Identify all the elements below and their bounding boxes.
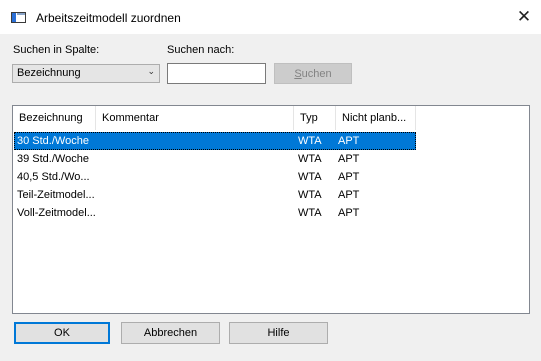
column-header-kommentar[interactable]: Kommentar: [96, 106, 294, 130]
cell-bezeichnung: 30 Std./Woche: [17, 135, 89, 147]
cell-bezeichnung: 40,5 Std./Wo...: [17, 171, 90, 183]
cell-nicht-planbar: APT: [338, 171, 360, 183]
window-app-icon: [11, 12, 26, 23]
column-header-nicht-planbar[interactable]: Nicht planb...: [336, 106, 416, 130]
work-time-model-list[interactable]: Bezeichnung Kommentar Typ Nicht planb...…: [12, 105, 530, 314]
column-header-typ[interactable]: Typ: [294, 106, 336, 130]
cell-bezeichnung: 39 Std./Woche: [17, 153, 89, 165]
close-icon[interactable]: ✕: [507, 0, 541, 34]
ok-button[interactable]: OK: [14, 322, 110, 344]
table-row[interactable]: 30 Std./Woche WTA APT: [14, 132, 416, 150]
cell-nicht-planbar: APT: [338, 153, 360, 165]
cell-typ: WTA: [298, 171, 322, 183]
help-button[interactable]: Hilfe: [229, 322, 328, 344]
search-button[interactable]: Suchen: [274, 63, 352, 84]
list-header: Bezeichnung Kommentar Typ Nicht planb...: [13, 106, 529, 130]
column-header-bezeichnung[interactable]: Bezeichnung: [13, 106, 96, 130]
search-column-value: Bezeichnung: [17, 67, 81, 79]
cell-bezeichnung: Teil-Zeitmodel...: [17, 189, 95, 201]
table-row[interactable]: 40,5 Std./Wo... WTA APT: [14, 168, 416, 186]
title-bar: Arbeitszeitmodell zuordnen ✕: [0, 0, 541, 34]
search-button-label: uchen: [301, 67, 332, 80]
search-column-dropdown[interactable]: Bezeichnung ⌄: [12, 64, 160, 83]
search-term-input[interactable]: [167, 63, 266, 84]
cell-nicht-planbar: APT: [338, 207, 360, 219]
cell-typ: WTA: [298, 135, 322, 147]
cell-typ: WTA: [298, 189, 322, 201]
cell-bezeichnung: Voll-Zeitmodel...: [17, 207, 96, 219]
chevron-down-icon: ⌄: [147, 67, 155, 77]
cell-nicht-planbar: APT: [338, 189, 360, 201]
search-term-label: Suchen nach:: [167, 44, 235, 56]
cell-nicht-planbar: APT: [338, 135, 360, 147]
table-row[interactable]: Voll-Zeitmodel... WTA APT: [14, 204, 416, 222]
window-title: Arbeitszeitmodell zuordnen: [36, 11, 181, 25]
search-button-accelerator: S: [294, 67, 302, 80]
cell-typ: WTA: [298, 153, 322, 165]
search-column-label: Suchen in Spalte:: [13, 44, 100, 56]
cancel-button[interactable]: Abbrechen: [121, 322, 220, 344]
table-row[interactable]: Teil-Zeitmodel... WTA APT: [14, 186, 416, 204]
table-row[interactable]: 39 Std./Woche WTA APT: [14, 150, 416, 168]
cell-typ: WTA: [298, 207, 322, 219]
